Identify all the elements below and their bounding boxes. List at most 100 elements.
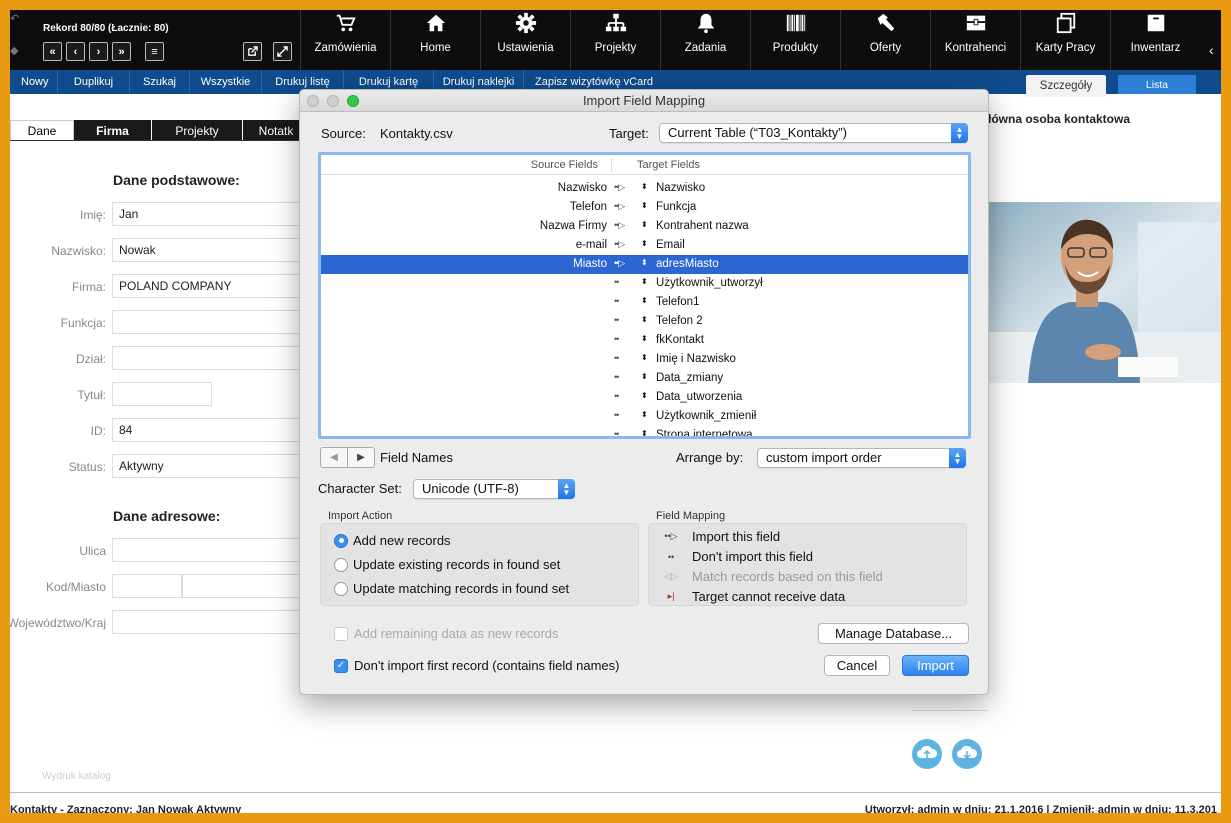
zoom-window-icon[interactable] [347,95,359,107]
fullscreen-button[interactable] [273,42,292,61]
city-input[interactable] [182,574,312,598]
mapping-row[interactable]: e-mail ••▷ ⬍ Email [321,236,968,255]
edge-arrow-icon[interactable]: ↶ [10,12,19,25]
nav-label: Inwentarz [1130,42,1181,54]
nav-label: Produkty [772,42,819,54]
last-name-input[interactable]: Nowak [112,238,312,262]
status-select[interactable]: Aktywny [112,454,312,478]
mapping-row[interactable]: Nazwisko ••▷ ⬍ Nazwisko [321,179,968,198]
nav-inwentarz[interactable]: Inwentarz [1110,10,1200,70]
previous-record-icon[interactable]: ◀ [321,448,347,467]
mapping-row[interactable]: Miasto ••▷ ⬍ adresMiasto [321,255,968,274]
region-country-input[interactable] [112,610,312,634]
dialog-title: Import Field Mapping [582,93,706,108]
edge-diamond-icon[interactable]: ◆ [10,44,18,57]
department-input[interactable] [112,346,312,370]
tab-dane[interactable]: Dane [10,120,74,141]
header-separator [611,158,612,172]
reorder-handle-icon: ⬍ [641,182,648,191]
postal-code-input[interactable] [112,574,182,598]
list-view-button[interactable]: ≡ [145,42,164,61]
nav-home[interactable]: Home [390,10,480,70]
scroll-right-icon[interactable]: ‹ [1209,42,1221,58]
blocked-arrow-icon: ▸| [667,591,675,601]
first-name-input[interactable]: Jan [112,202,312,226]
radio-label: Update existing records in found set [353,557,561,572]
catalog-print-link[interactable]: Wydruk katalog [42,771,111,782]
cloud-download-button[interactable] [952,739,982,769]
mapping-row[interactable]: •• ⬍ Strona internetowa [321,426,968,436]
mapping-row[interactable]: •• ⬍ Data_zmiany [321,369,968,388]
checkmark-icon: ✓ [334,658,348,673]
tab-projekty[interactable]: Projekty [152,120,243,141]
mapping-row[interactable]: •• ⬍ Imię i Nazwisko [321,350,968,369]
bell-icon [697,13,714,34]
mapping-row[interactable]: Nazwa Firmy ••▷ ⬍ Kontrahent nazwa [321,217,968,236]
target-field-name: Email [656,239,685,251]
nav-oferty[interactable]: Oferty [840,10,930,70]
skip-first-record-checkbox[interactable]: ✓ Don't import first record (contains fi… [334,658,619,673]
cancel-button[interactable]: Cancel [824,655,890,676]
first-record-button[interactable]: « [43,42,62,61]
show-all-button[interactable]: Wszystkie [190,70,262,94]
mapping-row[interactable]: •• ⬍ Data_utworzenia [321,388,968,407]
id-input[interactable]: 84 [112,418,312,442]
open-external-button[interactable] [243,42,262,61]
nav-ustawienia[interactable]: Ustawienia [480,10,570,70]
mapping-row[interactable]: •• ⬍ Użytkownik_zmienił [321,407,968,426]
status-divider [10,792,1221,793]
company-input[interactable]: POLAND COMPANY [112,274,312,298]
arrange-by-select[interactable]: custom import order ▲ ▼ [757,448,966,468]
nav-karty-pracy[interactable]: Karty Pracy [1020,10,1110,70]
minimize-window-icon[interactable] [327,95,339,107]
duplicate-button[interactable]: Duplikuj [58,70,130,94]
field-mapping-list[interactable]: Source Fields Target Fields Nazwisko ••▷ ⬍… [318,152,971,439]
last-record-button[interactable]: » [112,42,131,61]
next-record-button[interactable]: › [89,42,108,61]
source-field-name: Nazwa Firmy [539,220,607,232]
mapping-row[interactable]: •• ⬍ Użytkownik_utworzył [321,274,968,293]
target-label: Target: [609,126,649,141]
nav-produkty[interactable]: Produkty [750,10,840,70]
nav-kontrahenci[interactable]: Kontrahenci [930,10,1020,70]
import-button[interactable]: Import [902,655,969,676]
tab-list[interactable]: Lista [1118,75,1196,94]
character-set-select[interactable]: Unicode (UTF-8) ▲ ▼ [413,479,575,499]
function-input[interactable] [112,310,312,334]
add-remaining-checkbox[interactable]: Add remaining data as new records [334,626,559,641]
field-label-status: Status: [68,460,106,474]
mapping-row[interactable]: •• ⬍ Telefon 2 [321,312,968,331]
radio-update-existing[interactable]: Update existing records in found set [334,557,560,572]
radio-add-new-records[interactable]: Add new records [334,533,451,548]
next-record-icon[interactable]: ▶ [347,448,374,467]
mapping-row[interactable]: Telefon ••▷ ⬍ Funkcja [321,198,968,217]
tab-firma[interactable]: Firma [74,120,152,141]
new-button[interactable]: Nowy [10,70,58,94]
cloud-upload-button[interactable] [912,739,942,769]
field-label-department: Dział: [75,352,106,366]
previous-record-button[interactable]: ‹ [66,42,85,61]
nav-zamowienia[interactable]: Zamówienia [300,10,390,70]
nav-zadania[interactable]: Zadania [660,10,750,70]
target-table-select[interactable]: Current Table (“T03_Kontakty”) ▲ ▼ [659,123,968,143]
record-counter: Rekord 80/80 (Łacznie: 80) [43,23,169,34]
source-field-name: e-mail [575,239,607,251]
radio-button [334,557,348,572]
mapping-row[interactable]: •• ⬍ fkKontakt [321,331,968,350]
close-window-icon[interactable] [307,95,319,107]
search-button[interactable]: Szukaj [130,70,190,94]
tab-details[interactable]: Szczegóły [1026,75,1106,97]
mapping-row[interactable]: •• ⬍ Telefon1 [321,293,968,312]
title-input[interactable] [112,382,212,406]
radio-update-matching[interactable]: Update matching records in found set [334,581,569,596]
nav-label: Zamówienia [314,42,377,54]
nav-projekty[interactable]: Projekty [570,10,660,70]
register-icon [966,15,985,31]
nav-label: Kontrahenci [944,42,1007,54]
cloud-upload-icon [917,745,938,758]
street-input[interactable] [112,538,312,562]
manage-database-button[interactable]: Manage Database... [818,623,969,644]
mapping-arrow-icon: •• [614,277,619,287]
reorder-handle-icon: ⬍ [641,372,648,381]
legend-label: Import this field [692,529,781,544]
